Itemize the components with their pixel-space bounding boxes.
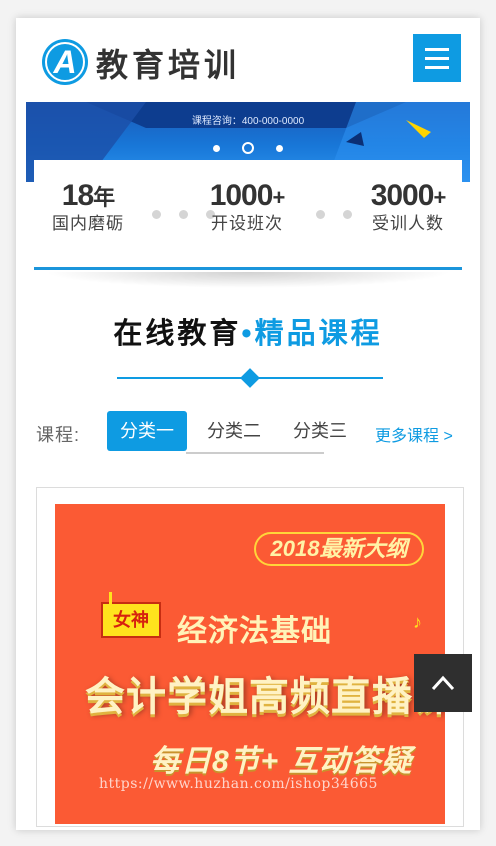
hamburger-icon-bar (425, 57, 449, 60)
poster-badge: 2018最新大纲 (254, 532, 424, 566)
section-title-separator: • (241, 318, 255, 350)
title-decoration (117, 368, 383, 388)
section-title: 在线教育•精品课程 (26, 310, 470, 352)
section-title-dark: 在线教育 (113, 318, 242, 350)
tab-category-3[interactable]: 分类三 (280, 411, 360, 451)
stat-trainees: 3000+ 受训人数 (354, 180, 462, 234)
course-tabs: 课程: 分类一 分类二 分类三 更多课程 > (26, 411, 470, 455)
slider-dot-active[interactable] (242, 142, 254, 154)
site-name[interactable]: 教育培训 (96, 40, 240, 86)
course-card[interactable]: 2018最新大纲 女神 经济法基础 ♪ 会计学姐高频直播课 每日8节+ 互动答疑… (36, 487, 464, 827)
stat-unit: 年 (93, 185, 115, 210)
stat-label: 受训人数 (372, 214, 444, 233)
poster-subtitle: 经济法基础 (177, 615, 332, 648)
poster-tag: 女神 (101, 592, 161, 638)
stats-card: 18年 国内磨砺 1000+ 开设班次 3000+ 受训人数 (34, 160, 462, 270)
tabs-label: 课程: (36, 425, 81, 445)
stat-label: 国内磨砺 (52, 214, 124, 233)
stat-number: 1000 (209, 179, 274, 212)
page-frame: A 教育培训 课程咨询：400-000-0000 18年 国内磨砺 1000+ … (16, 18, 480, 830)
hamburger-icon (425, 48, 449, 51)
logo-icon[interactable]: A (41, 38, 89, 86)
slider-dot[interactable] (276, 144, 283, 152)
menu-button[interactable] (413, 34, 461, 82)
hamburger-icon-bar (425, 66, 449, 69)
stats-shadow (44, 272, 452, 288)
stats-divider (34, 267, 462, 270)
consult-phone: 课程咨询：400-000-0000 (191, 116, 305, 127)
slider-dot[interactable] (213, 144, 220, 152)
mobile-screen: A 教育培训 课程咨询：400-000-0000 18年 国内磨砺 1000+ … (26, 18, 470, 830)
stats-section: 18年 国内磨砺 1000+ 开设班次 3000+ 受训人数 (26, 160, 470, 300)
stat-unit: + (433, 185, 446, 210)
tab-category-2[interactable]: 分类二 (194, 411, 274, 451)
stat-classes: 1000+ 开设班次 (192, 180, 302, 234)
tab-category-1[interactable]: 分类一 (107, 411, 187, 451)
stat-unit: + (272, 185, 285, 210)
back-to-top-button[interactable] (414, 654, 472, 712)
course-poster[interactable]: 2018最新大纲 女神 经济法基础 ♪ 会计学姐高频直播课 每日8节+ 互动答疑… (55, 504, 445, 824)
poster-bottom-text: 每日8节+ 互动答疑 (150, 745, 413, 778)
tabs-underline (186, 452, 324, 454)
logo-letter: A (52, 44, 76, 80)
poster-title: 会计学姐高频直播课 (85, 675, 445, 719)
slider-dots (26, 142, 470, 154)
music-note-icon: ♪ (413, 612, 422, 632)
stat-label: 开设班次 (211, 214, 283, 233)
site-header: A 教育培训 (26, 18, 470, 102)
section-title-blue: 精品课程 (254, 318, 383, 350)
more-courses-link[interactable]: 更多课程 > (375, 422, 453, 446)
stat-number: 3000 (370, 179, 435, 212)
stat-years: 18年 国内磨砺 (40, 180, 136, 234)
watermark: https://www.huzhan.com/ishop34665 (99, 776, 378, 792)
chevron-up-icon (431, 675, 455, 691)
stat-number: 18 (61, 179, 94, 212)
